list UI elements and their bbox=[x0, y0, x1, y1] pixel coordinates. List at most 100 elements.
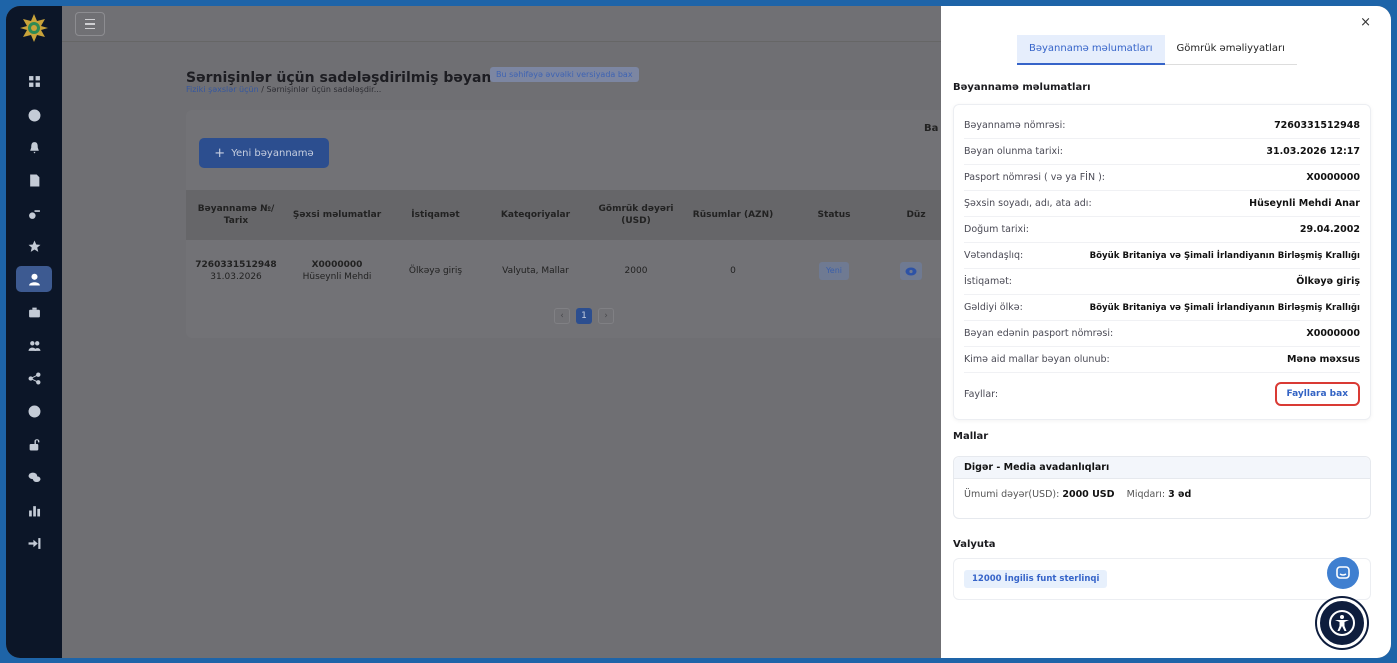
close-icon[interactable]: × bbox=[1360, 15, 1371, 30]
menu-toggle-icon[interactable] bbox=[75, 12, 105, 36]
declaration-date: 31.03.2026 bbox=[210, 272, 262, 282]
field-value: Ölkəyə giriş bbox=[1296, 276, 1360, 287]
logo-icon[interactable] bbox=[19, 13, 49, 43]
col-duties: Rüsumlar (AZN) bbox=[692, 210, 774, 220]
field-label: İstiqamət: bbox=[964, 276, 1012, 287]
app-window: Sərnişinlər üçün sadələşdirilmiş bəyanna… bbox=[6, 6, 1391, 658]
info-row: Bəyan edənin pasport nömrəsi: X0000000 bbox=[964, 321, 1360, 347]
tab-declaration-info[interactable]: Bəyannamə məlumatları bbox=[1017, 35, 1165, 65]
field-label: Kimə aid mallar bəyan olunub: bbox=[964, 354, 1110, 365]
status-badge: Yeni bbox=[818, 262, 850, 280]
info-row: Şəxsin soyadı, adı, ata adı: Hüseynli Meh… bbox=[964, 191, 1360, 217]
total-value-label: Ümumi dəyər(USD): bbox=[964, 489, 1060, 500]
col-number-date: Bəyannamə №/ Tarix bbox=[197, 204, 275, 226]
field-value: Böyük Britaniya və Şimali İrlandiyanın B… bbox=[1089, 302, 1360, 313]
goods-card: Digər - Media avadanlıqları Ümumi dəyər(… bbox=[953, 456, 1371, 519]
table-header: Bəyannamə №/ Tarix Şəxsi məlumatlar İsti… bbox=[186, 190, 946, 240]
document-icon[interactable] bbox=[16, 167, 52, 193]
field-label: Bəyan olunma tarixi: bbox=[964, 146, 1063, 157]
pagination-prev[interactable]: ‹ bbox=[554, 308, 570, 324]
goods-category: Digər - Media avadanlıqları bbox=[954, 457, 1370, 479]
info-row: Kimə aid mallar bəyan olunub: Mənə məxsus bbox=[964, 347, 1360, 373]
cell-customs-value: 2000 bbox=[624, 266, 648, 276]
total-value: 2000 USD bbox=[1062, 489, 1115, 500]
info-row: Bəyan olunma tarixi: 31.03.2026 12:17 bbox=[964, 139, 1360, 165]
info-row: İstiqamət: Ölkəyə giriş bbox=[964, 269, 1360, 295]
field-value: Mənə məxsus bbox=[1287, 354, 1360, 365]
goods-summary: Ümumi dəyər(USD): 2000 USD Miqdarı: 3 əd bbox=[954, 479, 1370, 510]
accessibility-button[interactable] bbox=[1317, 598, 1367, 648]
field-label: Şəxsin soyadı, adı, ata adı: bbox=[964, 198, 1092, 209]
users-icon[interactable] bbox=[16, 332, 52, 358]
share-icon[interactable] bbox=[16, 365, 52, 391]
info-row: Doğum tarixi: 29.04.2002 bbox=[964, 217, 1360, 243]
star-icon[interactable] bbox=[16, 233, 52, 259]
quantity-value: 3 əd bbox=[1168, 489, 1192, 500]
eye-icon bbox=[905, 267, 917, 275]
info-row: Gəldiyi ölkə: Böyük Britaniya və Şimali İ… bbox=[964, 295, 1360, 321]
field-label: Pasport nömrəsi ( və ya FİN ): bbox=[964, 172, 1105, 183]
cell-categories: Valyuta, Mallar bbox=[502, 266, 569, 276]
help-icon[interactable] bbox=[16, 398, 52, 424]
info-row: Vətəndaşlıq: Böyük Britaniya və Şimali İr… bbox=[964, 243, 1360, 269]
chat-icon[interactable] bbox=[16, 464, 52, 490]
pagination-next[interactable]: › bbox=[598, 308, 614, 324]
col-categories: Kateqoriyalar bbox=[500, 210, 571, 220]
field-label: Bəyannamə nömrəsi: bbox=[964, 120, 1066, 131]
section-title-goods: Mallar bbox=[953, 431, 989, 442]
live-chat-button[interactable] bbox=[1327, 557, 1359, 589]
field-label: Doğum tarixi: bbox=[964, 224, 1030, 235]
user-icon[interactable] bbox=[16, 266, 52, 292]
files-label: Fayllar: bbox=[964, 388, 999, 400]
cell-number-date: 7260331512948 31.03.2026 bbox=[186, 246, 286, 296]
key-icon[interactable] bbox=[16, 200, 52, 226]
section-title-declaration: Bəyannamə məlumatları bbox=[953, 82, 1091, 93]
section-title-currency: Valyuta bbox=[953, 539, 996, 550]
breadcrumb-separator: / bbox=[261, 85, 264, 94]
col-personal: Şəxsi məlumatlar bbox=[292, 210, 382, 220]
person-name: Hüseynli Mehdi bbox=[302, 272, 372, 282]
field-value: 29.04.2002 bbox=[1299, 224, 1360, 235]
col-edit: Düz bbox=[906, 210, 926, 220]
logout-icon[interactable] bbox=[16, 530, 52, 556]
field-label: Vətəndaşlıq: bbox=[964, 250, 1024, 261]
field-value: Hüseynli Mehdi Anar bbox=[1249, 198, 1360, 209]
col-status: Status bbox=[817, 210, 851, 220]
page-title: Sərnişinlər üçün sadələşdirilmiş bəyanna… bbox=[186, 70, 535, 86]
new-declaration-button[interactable]: + Yeni bəyannamə bbox=[199, 138, 329, 168]
pagination-page-1[interactable]: 1 bbox=[576, 308, 592, 324]
cell-duties: 0 bbox=[730, 266, 736, 276]
col-direction: İstiqamət bbox=[411, 210, 460, 220]
lock-icon[interactable] bbox=[16, 431, 52, 457]
field-value: Böyük Britaniya və Şimali İrlandiyanın B… bbox=[1089, 250, 1360, 261]
breadcrumb-current: Sərnişinlər üçün sadələşdir... bbox=[266, 85, 382, 94]
panel-tabs: Bəyannamə məlumatları Gömrük əməliyyatla… bbox=[1017, 35, 1297, 65]
info-row: Bəyannamə nömrəsi: 7260331512948 bbox=[964, 113, 1360, 139]
old-version-link[interactable]: Bu səhifəyə əvvəlki versiyada bax bbox=[490, 67, 639, 82]
chart-icon[interactable] bbox=[16, 497, 52, 523]
breadcrumb-link[interactable]: Fiziki şəxslər üçün bbox=[186, 85, 259, 94]
bell-icon[interactable] bbox=[16, 134, 52, 160]
cell-status: Yeni bbox=[782, 246, 886, 296]
info-row-files: Fayllar: Fayllara bax bbox=[964, 377, 1360, 411]
declaration-details-panel: × Bəyannamə məlumatları Gömrük əməliyyat… bbox=[941, 6, 1391, 658]
dashboard-icon[interactable] bbox=[16, 68, 52, 94]
info-icon[interactable] bbox=[16, 102, 52, 128]
tab-customs-operations[interactable]: Gömrük əməliyyatları bbox=[1164, 35, 1297, 65]
currency-chip: 12000 İngilis funt sterlinqi bbox=[964, 570, 1108, 588]
declaration-number: 7260331512948 bbox=[195, 260, 277, 270]
view-button[interactable] bbox=[900, 262, 922, 280]
cell-personal: X0000000 Hüseynli Mehdi bbox=[286, 246, 388, 296]
card-label-truncated: Ba bbox=[924, 123, 939, 134]
briefcase-icon[interactable] bbox=[16, 299, 52, 325]
field-value: 7260331512948 bbox=[1274, 120, 1360, 131]
accessibility-icon bbox=[1329, 610, 1355, 636]
cell-direction: Ölkəyə giriş bbox=[408, 266, 463, 276]
field-value: X0000000 bbox=[1306, 172, 1360, 183]
field-value: 31.03.2026 12:17 bbox=[1266, 146, 1360, 157]
cell-actions bbox=[886, 246, 936, 296]
breadcrumb: Fiziki şəxslər üçün / Sərnişinlər üçün s… bbox=[186, 85, 381, 94]
plus-icon: + bbox=[214, 145, 226, 161]
info-row: Pasport nömrəsi ( və ya FİN ): X0000000 bbox=[964, 165, 1360, 191]
view-files-button[interactable]: Fayllara bax bbox=[1274, 382, 1360, 406]
